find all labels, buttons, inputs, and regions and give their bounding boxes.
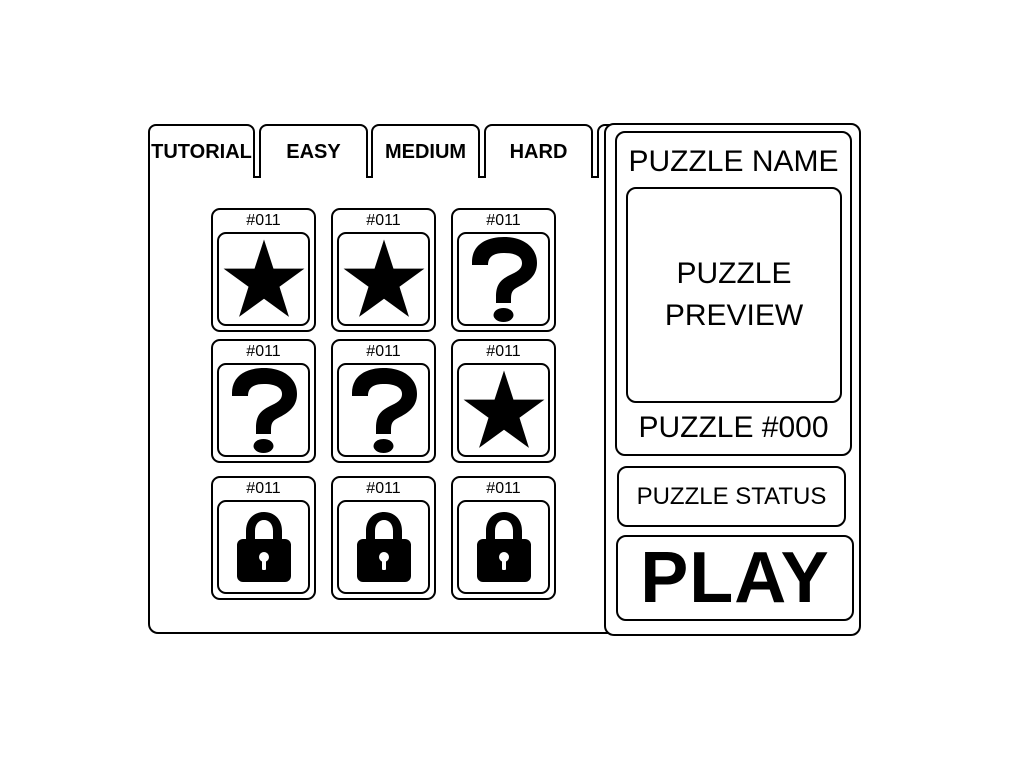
puzzle-number-label: #011 <box>366 212 401 229</box>
puzzle-tile[interactable]: #011 <box>331 339 436 463</box>
question-mark-icon <box>471 237 537 322</box>
puzzle-name: PUZZLE NAME <box>628 145 839 178</box>
tab-label: EASY <box>286 140 341 163</box>
tab-label: HARD <box>509 140 568 163</box>
tab-tutorial[interactable]: TUTORIAL <box>148 124 255 178</box>
star-icon <box>463 370 544 448</box>
puzzle-icon-frame <box>457 500 550 594</box>
puzzle-icon-frame <box>337 500 430 594</box>
puzzle-icon-frame <box>337 363 430 457</box>
puzzle-number-label: #011 <box>486 212 521 229</box>
puzzle-number-label: #011 <box>486 480 521 497</box>
puzzle-preview: PUZZLE PREVIEW <box>626 187 842 403</box>
tab-hard[interactable]: HARD <box>484 124 593 178</box>
puzzle-tile[interactable]: #011 <box>211 476 316 600</box>
preview-label-line-1: PUZZLE <box>676 257 792 290</box>
tab-label: MEDIUM <box>384 140 467 163</box>
question-mark-icon <box>351 368 417 453</box>
puzzle-tile[interactable]: #011 <box>331 476 436 600</box>
lock-icon <box>356 512 411 582</box>
star-icon <box>223 239 304 317</box>
puzzle-number-label: #011 <box>366 480 401 497</box>
lock-icon <box>476 512 531 582</box>
puzzle-icon-frame <box>457 363 550 457</box>
tab-medium[interactable]: MEDIUM <box>371 124 480 178</box>
star-icon <box>343 239 424 317</box>
puzzle-number-label: #011 <box>246 343 281 360</box>
puzzle-number-label: #011 <box>246 480 281 497</box>
puzzle-number: PUZZLE #000 <box>638 411 829 444</box>
tab-label: TUTORIAL <box>151 140 252 163</box>
level-select-screen: TUTORIAL EASY MEDIUM HARD #011 #011 #011 <box>0 0 1024 768</box>
puzzle-tile[interactable]: #011 <box>451 208 556 332</box>
puzzle-status-label: PUZZLE STATUS <box>636 482 827 510</box>
puzzle-icon-frame <box>217 500 310 594</box>
puzzle-tile[interactable]: #011 <box>211 339 316 463</box>
puzzle-number-label: #011 <box>366 343 401 360</box>
puzzle-icon-frame <box>337 232 430 326</box>
puzzle-tile[interactable]: #011 <box>331 208 436 332</box>
puzzle-tile[interactable]: #011 <box>451 339 556 463</box>
puzzle-status: PUZZLE STATUS <box>617 466 846 527</box>
puzzle-number-label: #011 <box>486 343 521 360</box>
play-button[interactable]: PLAY <box>616 535 854 621</box>
lock-icon <box>236 512 291 582</box>
tab-easy[interactable]: EASY <box>259 124 368 178</box>
puzzle-icon-frame <box>217 232 310 326</box>
puzzle-tile[interactable]: #011 <box>211 208 316 332</box>
puzzle-icon-frame <box>217 363 310 457</box>
puzzle-tile[interactable]: #011 <box>451 476 556 600</box>
preview-label-line-2: PREVIEW <box>664 299 804 332</box>
puzzle-info-card: PUZZLE NAME PUZZLE PREVIEW PUZZLE #000 <box>615 131 852 456</box>
puzzle-icon-frame <box>457 232 550 326</box>
puzzle-number-label: #011 <box>246 212 281 229</box>
question-mark-icon <box>231 368 297 453</box>
